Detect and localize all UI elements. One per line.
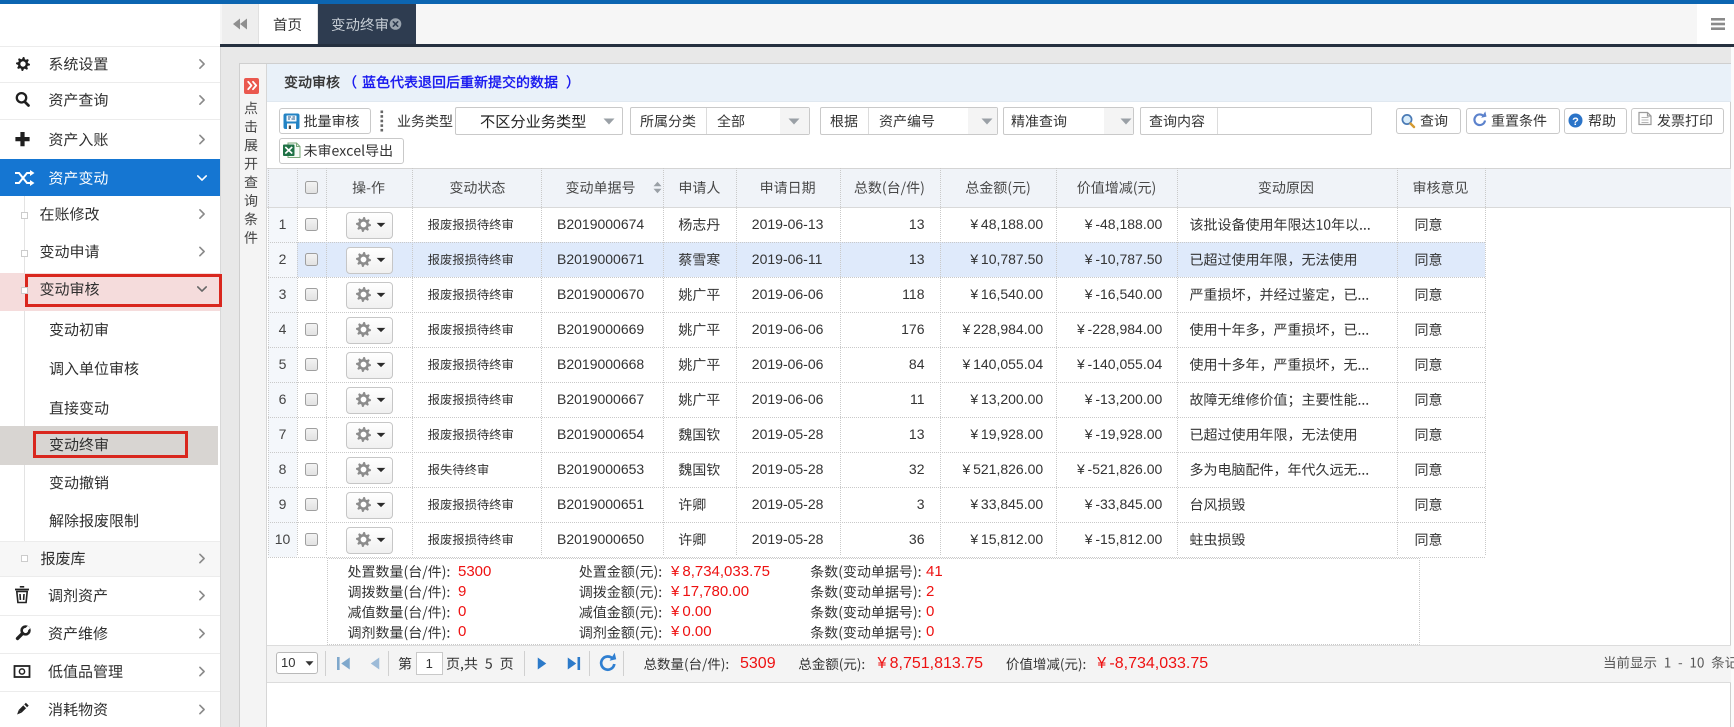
svg-text:?: ? [1572, 116, 1579, 128]
